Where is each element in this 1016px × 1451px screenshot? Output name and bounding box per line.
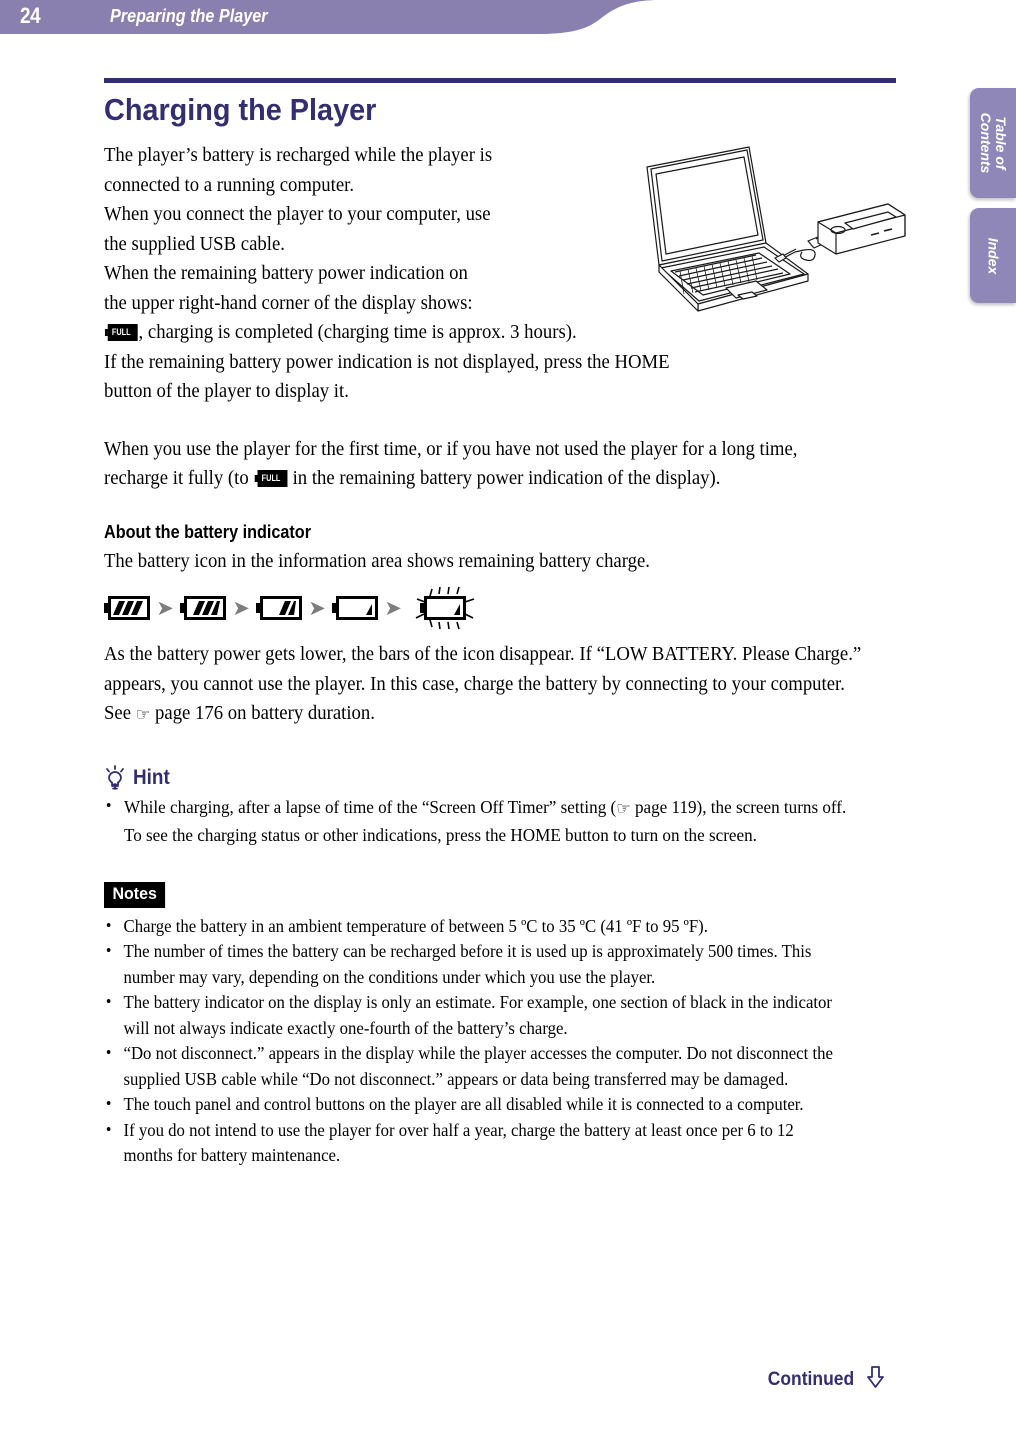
notes-badge: Notes xyxy=(104,881,166,908)
page-title: Charging the Player xyxy=(104,92,377,127)
battery-full-icon: FULL xyxy=(104,324,138,341)
list-item: If you do not intend to use the player f… xyxy=(104,1117,841,1169)
sidebar-item-index[interactable]: Index xyxy=(970,208,1016,303)
header-section-title: Preparing the Player xyxy=(110,6,268,26)
intro-line-5: When the remaining battery power indicat… xyxy=(104,263,468,284)
intro-line-2: connected to a running computer. xyxy=(104,174,355,196)
battery-full-icon: FULL xyxy=(254,470,287,487)
intro-line-1: The player’s battery is recharged while … xyxy=(104,145,493,166)
battery-icon-empty xyxy=(332,596,378,620)
list-item: Charge the battery in an ambient tempera… xyxy=(104,913,841,940)
battery-shell xyxy=(260,596,302,620)
hint-item-page-ref: page 119 xyxy=(630,796,697,817)
battery-full-label: FULL xyxy=(111,327,131,337)
battery-icon-1-bar xyxy=(256,596,302,620)
intro-tail-line-1: If the remaining battery power indicatio… xyxy=(104,351,670,373)
battery-icon-flashing xyxy=(408,586,478,630)
page-header-bar: 24 Preparing the Player xyxy=(0,0,1016,38)
hint-list: While charging, after a lapse of time of… xyxy=(104,793,896,848)
down-arrow-icon xyxy=(867,1366,884,1393)
page-number: 24 xyxy=(20,3,41,28)
notes-block: Notes Charge the battery in an ambient t… xyxy=(104,881,896,1169)
intro-line-4: the supplied USB cable. xyxy=(104,233,285,255)
battery-indicator-sequence: ➤ ➤ ➤ ➤ xyxy=(104,586,896,630)
hint-heading: Hint xyxy=(104,764,896,791)
battery-shell xyxy=(108,596,150,620)
table-of-contents-label: Table of Contents xyxy=(978,112,1009,174)
battery-shell xyxy=(336,596,378,620)
list-item: The battery indicator on the display is … xyxy=(104,989,841,1041)
continued-label: Continued xyxy=(767,1368,855,1390)
battery-bars xyxy=(366,604,372,615)
battery-bars xyxy=(193,601,220,615)
continued-footer: Continued xyxy=(104,1366,896,1393)
hint-item-pre: While charging, after a lapse of time of… xyxy=(123,796,617,817)
intro-line-3: When you connect the player to your comp… xyxy=(104,204,491,225)
intro-after-icon: , charging is completed (charging time i… xyxy=(138,322,577,343)
document-page: 24 Preparing the Player Table of Contents… xyxy=(0,0,1016,1451)
hint-label: Hint xyxy=(133,765,170,789)
list-item: The number of times the battery can be r… xyxy=(104,938,841,990)
low-battery-paragraph: As the battery power gets lower, the bar… xyxy=(104,640,864,731)
battery-full-label: FULL xyxy=(261,473,281,483)
sub-heading-body: The battery icon in the information area… xyxy=(104,550,650,572)
page-content: Charging the Player The player’s battery… xyxy=(104,78,896,1390)
low-battery-post: on battery duration. xyxy=(223,703,375,724)
sequence-arrow-icon: ➤ xyxy=(232,595,250,620)
title-rule xyxy=(104,78,896,83)
sub-heading-about-battery-indicator: About the battery indicator xyxy=(104,521,312,542)
battery-icon-3-bars xyxy=(104,596,150,620)
battery-shell xyxy=(424,596,466,620)
lightbulb-icon xyxy=(106,764,124,790)
low-battery-page-ref: page 176 xyxy=(150,703,224,724)
intro-paragraph-wide: FULL , charging is completed (charging t… xyxy=(104,318,864,407)
intro-paragraph-narrow: The player’s battery is recharged while … xyxy=(104,141,627,318)
sidebar-item-table-of-contents[interactable]: Table of Contents xyxy=(970,88,1016,198)
battery-icon-empty-flashing xyxy=(420,596,466,620)
pointing-hand-icon: ☞ xyxy=(616,798,631,819)
pointing-hand-icon: ☞ xyxy=(135,705,151,725)
hint-block: Hint While charging, after a lapse of ti… xyxy=(104,764,896,848)
notes-list: Charge the battery in an ambient tempera… xyxy=(104,913,896,1169)
sequence-arrow-icon: ➤ xyxy=(384,595,402,620)
index-label: Index xyxy=(985,237,1002,274)
intro-tail-line-2: button of the player to display it. xyxy=(104,381,349,402)
list-item: “Do not disconnect.” appears in the disp… xyxy=(104,1040,841,1092)
first-time-paragraph: When you use the player for the first ti… xyxy=(104,435,864,494)
sequence-arrow-icon: ➤ xyxy=(156,595,174,620)
intro-line-6: the upper right-hand corner of the displ… xyxy=(104,292,473,314)
list-item: While charging, after a lapse of time of… xyxy=(104,793,856,848)
list-item: The touch panel and control buttons on t… xyxy=(104,1091,841,1118)
battery-bars xyxy=(454,604,460,615)
battery-shell xyxy=(184,596,226,620)
battery-icon-2-bars xyxy=(180,596,226,620)
battery-bars xyxy=(279,601,296,615)
first-time-post: in the remaining battery power indicatio… xyxy=(287,468,721,489)
battery-bars xyxy=(113,601,143,615)
sequence-arrow-icon: ➤ xyxy=(308,595,326,620)
